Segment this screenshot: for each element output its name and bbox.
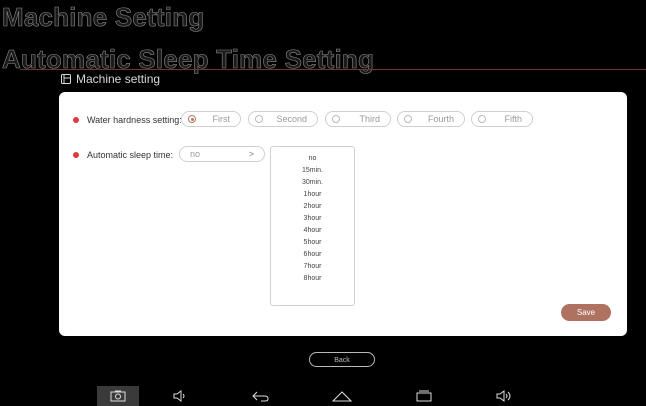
back-icon [252,391,269,402]
sleep-option-3hour[interactable]: 3hour [271,213,354,225]
breadcrumb-label: Machine setting [76,72,161,86]
back-button[interactable]: Back [309,352,375,367]
hardness-option-third[interactable]: Third [325,111,391,127]
sleep-option-4hour[interactable]: 4hour [271,225,354,237]
nav-home[interactable] [321,386,363,406]
sleep-option-30min[interactable]: 30min. [271,177,354,189]
sleep-option-15min[interactable]: 15min. [271,165,354,177]
nav-volume-up[interactable] [484,386,526,406]
volume-down-icon [173,390,185,402]
sleep-option-1hour[interactable]: 1hour [271,189,354,201]
sleep-option-7hour[interactable]: 7hour [271,261,354,273]
required-dot [73,152,79,158]
option-label: Fourth [427,114,454,124]
home-icon [332,391,352,402]
nav-screenshot[interactable] [97,386,139,406]
breadcrumb: Machine setting [60,72,160,86]
page-subtitle: Automatic Sleep Time Setting [2,44,375,75]
nav-volume-down[interactable] [160,386,202,406]
option-label: Third [359,114,380,124]
hardness-option-first[interactable]: First [181,111,241,127]
option-label: First [212,114,231,124]
sleep-option-6hour[interactable]: 6hour [271,249,354,261]
sleep-time-label: Automatic sleep time: [87,150,174,160]
sleep-option-5hour[interactable]: 5hour [271,237,354,249]
hardness-option-fifth[interactable]: Fifth [471,111,533,127]
sleep-option-2hour[interactable]: 2hour [271,201,354,213]
recents-icon [416,390,432,402]
save-button[interactable]: Save [561,304,611,321]
chevron-right-icon: > [248,149,254,159]
sleep-option-no[interactable]: no [271,153,354,165]
sleep-time-select[interactable]: no > [179,146,265,162]
option-label: Second [276,114,307,124]
sleep-time-dropdown: no 15min. 30min. 1hour 2hour 3hour 4hour… [270,146,355,306]
water-hardness-label: Water hardness setting: [87,115,182,125]
sleep-option-8hour[interactable]: 8hour [271,273,354,285]
machine-settings-icon [61,74,71,84]
nav-recents[interactable] [403,386,445,406]
sleep-time-row: Automatic sleep time: [73,150,173,160]
radio-selected-icon [188,115,196,123]
screenshot-icon [110,390,126,402]
header-divider [20,69,646,70]
option-label: Fifth [504,114,522,124]
sleep-time-value: no [190,149,201,159]
hardness-option-fourth[interactable]: Fourth [397,111,465,127]
radio-icon [332,115,340,123]
radio-icon [255,115,263,123]
hardness-option-second[interactable]: Second [248,111,318,127]
settings-panel: Water hardness setting: First Second Thi… [59,92,627,336]
required-dot [73,117,79,123]
water-hardness-row: Water hardness setting: [73,115,182,125]
volume-up-icon [496,390,511,402]
radio-icon [478,115,486,123]
radio-icon [404,115,412,123]
page-title: Machine Setting [2,2,205,33]
nav-back[interactable] [240,386,282,406]
